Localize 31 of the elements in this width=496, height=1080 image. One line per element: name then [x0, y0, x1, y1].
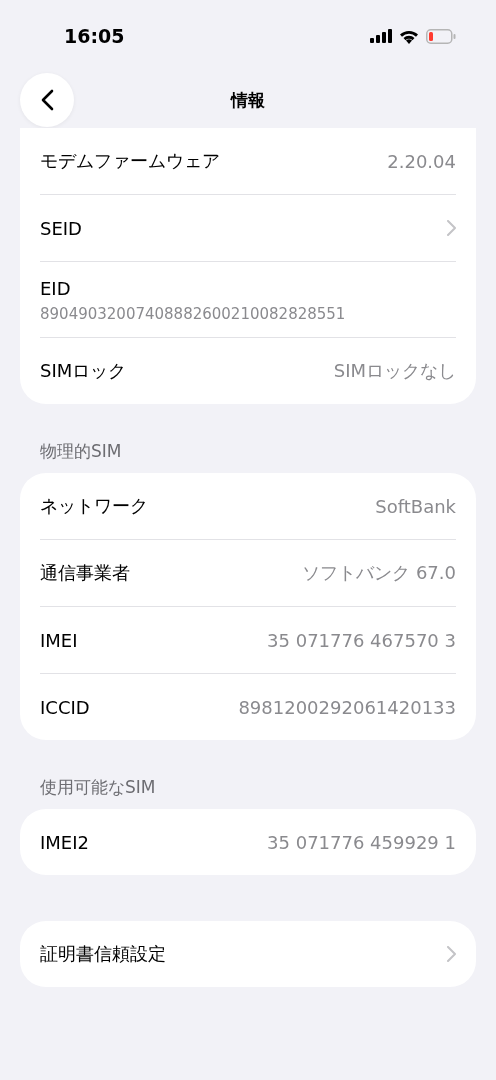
row-label: 証明書信頼設定 — [40, 942, 166, 966]
row-label: ICCID — [40, 696, 90, 718]
row-label: IMEI2 — [40, 831, 89, 853]
row-value: SIMロックなし — [333, 359, 456, 383]
row-value: 2.20.04 — [387, 150, 456, 172]
status-time: 16:05 — [64, 25, 125, 47]
row-label: SIMロック — [40, 359, 127, 383]
row-label: SEID — [40, 217, 82, 239]
back-button[interactable] — [20, 73, 74, 127]
row-value: 8981200292061420133 — [238, 696, 456, 718]
row-value: 89049032007408882600210082828551 — [40, 305, 346, 323]
row-value: ソフトバンク 67.0 — [302, 561, 456, 585]
settings-row[interactable]: SEID — [40, 195, 456, 262]
settings-row[interactable]: 証明書信頼設定 — [40, 921, 456, 987]
row-value: SoftBank — [375, 495, 456, 517]
wifi-icon — [399, 28, 419, 44]
battery-icon — [426, 28, 456, 44]
row-value: 35 071776 459929 1 — [267, 831, 456, 853]
chevron-icon — [446, 220, 456, 236]
row-label: IMEI — [40, 629, 78, 651]
nav-title: 情報 — [231, 88, 265, 112]
section-header: 使用可能なSIM — [39, 776, 157, 799]
signal-icon — [370, 29, 392, 43]
row-label: 通信事業者 — [40, 561, 130, 585]
row-label: ネットワーク — [40, 494, 148, 518]
section-header: 物理的SIM — [39, 440, 123, 463]
row-label: モデムファームウェア — [40, 149, 220, 173]
row-label: EID — [40, 278, 72, 299]
back-icon — [40, 89, 54, 111]
row-value: 35 071776 467570 3 — [267, 629, 456, 651]
chevron-icon — [446, 946, 456, 962]
